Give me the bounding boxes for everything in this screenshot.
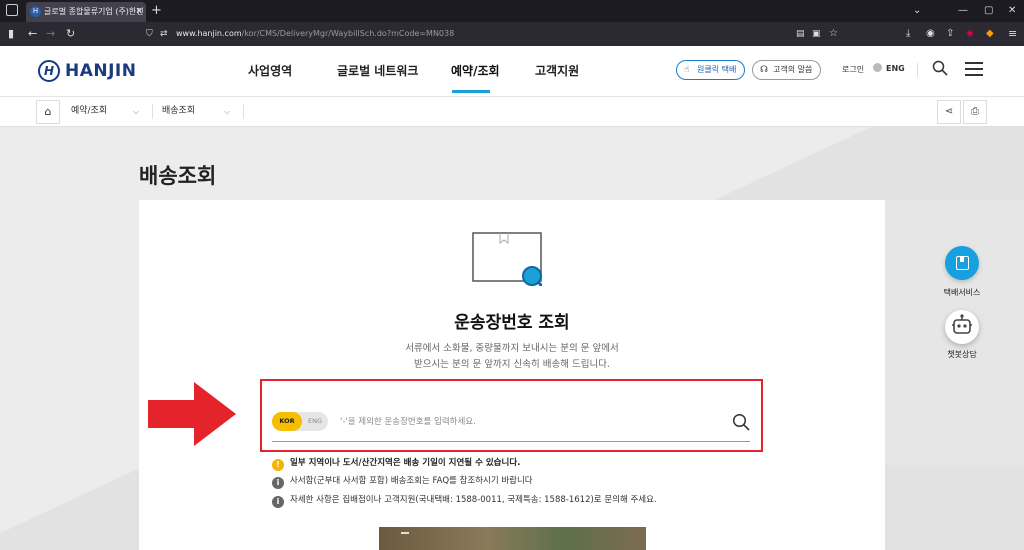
- screenshot-icon[interactable]: ▣: [812, 22, 821, 46]
- forward-arrow-icon[interactable]: →: [46, 22, 55, 46]
- parcel-box-icon: [956, 256, 969, 270]
- browser-tab-bar: H 글로벌 종합물류기업 (주)한진 - ✕ + ⌄ — ▢ ✕: [0, 0, 1024, 22]
- parcel-service-button[interactable]: [945, 246, 979, 280]
- lang-eng-option[interactable]: ENG: [303, 412, 327, 431]
- headset-icon: ☊: [760, 65, 768, 75]
- lang-kor-option[interactable]: KOR: [272, 412, 302, 431]
- info-icon: i: [272, 496, 284, 508]
- print-icon[interactable]: ⎙: [963, 100, 987, 124]
- tab-list-icon[interactable]: ⌄: [913, 0, 921, 22]
- notice-text: 사서함(군부대 사서함 포함) 배송조회는 FAQ를 참조하시기 바랍니다: [290, 476, 533, 486]
- breadcrumb-divider: [243, 104, 244, 119]
- oneclick-label: 원클릭 택배: [697, 65, 737, 74]
- banner-tag: [401, 532, 409, 534]
- notice-delay: ! 일부 지역이나 도서/산간지역은 배송 기일이 지연될 수 있습니다.: [272, 456, 520, 471]
- home-icon[interactable]: ⌂: [36, 100, 60, 124]
- minimize-button[interactable]: —: [958, 0, 968, 22]
- page-title: 배송조회: [139, 164, 217, 188]
- new-tab-button[interactable]: +: [151, 0, 162, 22]
- hand-click-icon: ☝: [684, 65, 690, 75]
- chatbot-label: 챗봇상담: [947, 350, 977, 359]
- search-underline: [272, 441, 750, 442]
- parcel-service-label: 택배서비스: [943, 288, 981, 297]
- back-arrow-icon[interactable]: ←: [28, 22, 37, 46]
- site-header: H HANJIN 사업영역 글로벌 네트워크 예약/조회 고객지원 ☝ 원클릭 …: [0, 46, 1024, 96]
- red-arrow-annotation: [148, 382, 236, 446]
- sidebar-toggle-icon[interactable]: ▮: [8, 22, 14, 46]
- reader-view-icon[interactable]: ▤: [796, 22, 805, 46]
- account-icon[interactable]: ◉: [926, 22, 935, 46]
- breadcrumb-item-reservation[interactable]: 예약/조회: [71, 97, 107, 126]
- browser-nav-bar: ▮ ← → ↻ ⛉ ⇄ www.hanjin.com/kor/CMS/Deliv…: [0, 22, 1024, 46]
- globe-icon: [873, 63, 882, 72]
- url-domain: www.hanjin.com: [176, 29, 242, 38]
- shield-icon[interactable]: ⛉: [146, 22, 153, 46]
- tracking-description-line-1: 서류에서 소화물, 중량물까지 보내시는 분의 문 앞에서: [405, 343, 619, 354]
- chevron-down-icon[interactable]: ⌵: [133, 97, 139, 126]
- logo-text: HANJIN: [65, 61, 137, 81]
- browser-tab[interactable]: H 글로벌 종합물류기업 (주)한진 - ✕: [26, 2, 146, 22]
- hanjin-logo[interactable]: H HANJIN: [38, 59, 137, 83]
- chevron-down-icon[interactable]: ⌵: [224, 97, 230, 126]
- share-icon[interactable]: ⇪: [946, 22, 954, 46]
- reload-icon[interactable]: ↻: [66, 22, 75, 46]
- nav-global-network[interactable]: 글로벌 네트워크: [337, 46, 418, 96]
- tracking-description-line-2: 받으시는 분의 문 앞까지 신속히 배송해 드립니다.: [414, 359, 610, 370]
- address-bar[interactable]: www.hanjin.com/kor/CMS/DeliveryMgr/Waybi…: [176, 22, 454, 46]
- search-language-toggle[interactable]: KOR ENG: [272, 412, 328, 431]
- breadcrumb: ⌂ 예약/조회 ⌵ 배송조회 ⌵ ⋖ ⎙: [0, 96, 1024, 127]
- promo-banner-image[interactable]: [379, 527, 646, 550]
- oneclick-parcel-button[interactable]: ☝ 원클릭 택배: [676, 60, 746, 80]
- logo-mark-icon: H: [38, 60, 60, 82]
- customer-voice-label: 고객의 말씀: [773, 65, 813, 74]
- extension-icon[interactable]: ◈: [966, 22, 974, 46]
- menu-icon[interactable]: ≡: [1008, 22, 1017, 46]
- nav-reservation[interactable]: 예약/조회: [451, 46, 500, 96]
- notice-contact: i 자세한 사항은 집배점이나 고객지원(국내택배: 1588-0011, 국제특…: [272, 493, 657, 508]
- maximize-button[interactable]: ▢: [984, 0, 993, 22]
- breadcrumb-divider: [152, 104, 153, 119]
- close-window-button[interactable]: ✕: [1008, 0, 1016, 22]
- search-icon[interactable]: [732, 413, 750, 431]
- language-switch[interactable]: ENG: [873, 63, 905, 73]
- breadcrumb-item-tracking[interactable]: 배송조회: [162, 97, 195, 126]
- box-search-icon: [472, 232, 542, 286]
- nav-business[interactable]: 사업영역: [248, 46, 292, 96]
- notice-text: 일부 지역이나 도서/산간지역은 배송 기일이 지연될 수 있습니다.: [290, 458, 521, 468]
- tracking-heading: 운송장번호 조회: [454, 313, 570, 333]
- hamburger-menu-icon[interactable]: [965, 62, 983, 76]
- header-search-icon[interactable]: [932, 60, 948, 76]
- notice-text: 자세한 사항은 집배점이나 고객지원(국내택배: 1588-0011, 국제특송…: [290, 495, 657, 505]
- url-path: /kor/CMS/DeliveryMgr/WaybillSch.do?mCode…: [241, 29, 455, 38]
- customer-voice-button[interactable]: ☊ 고객의 말씀: [752, 60, 822, 80]
- header-divider: [917, 63, 918, 77]
- bookmark-star-icon[interactable]: ☆: [829, 22, 838, 46]
- active-nav-underline: [452, 90, 490, 93]
- tab-overview-icon[interactable]: [6, 4, 18, 16]
- nav-customer-support[interactable]: 고객지원: [535, 46, 579, 96]
- site-favicon-icon: H: [30, 6, 41, 17]
- share-icon[interactable]: ⋖: [937, 100, 961, 124]
- chatbot-button[interactable]: [945, 310, 979, 344]
- robot-icon: [952, 314, 972, 334]
- warning-icon: !: [272, 459, 284, 471]
- tab-title: 글로벌 종합물류기업 (주)한진 -: [44, 7, 146, 16]
- login-link[interactable]: 로그인: [842, 64, 864, 75]
- language-label: ENG: [886, 64, 905, 73]
- extension-2-icon[interactable]: ◆: [986, 22, 994, 46]
- download-icon[interactable]: ⤓: [906, 22, 910, 46]
- notice-po-box: i 사서함(군부대 사서함 포함) 배송조회는 FAQ를 참조하시기 바랍니다: [272, 474, 533, 489]
- info-icon: i: [272, 477, 284, 489]
- waybill-number-input[interactable]: [340, 414, 720, 430]
- tab-close-icon[interactable]: ✕: [135, 2, 143, 22]
- permissions-icon[interactable]: ⇄: [160, 22, 168, 46]
